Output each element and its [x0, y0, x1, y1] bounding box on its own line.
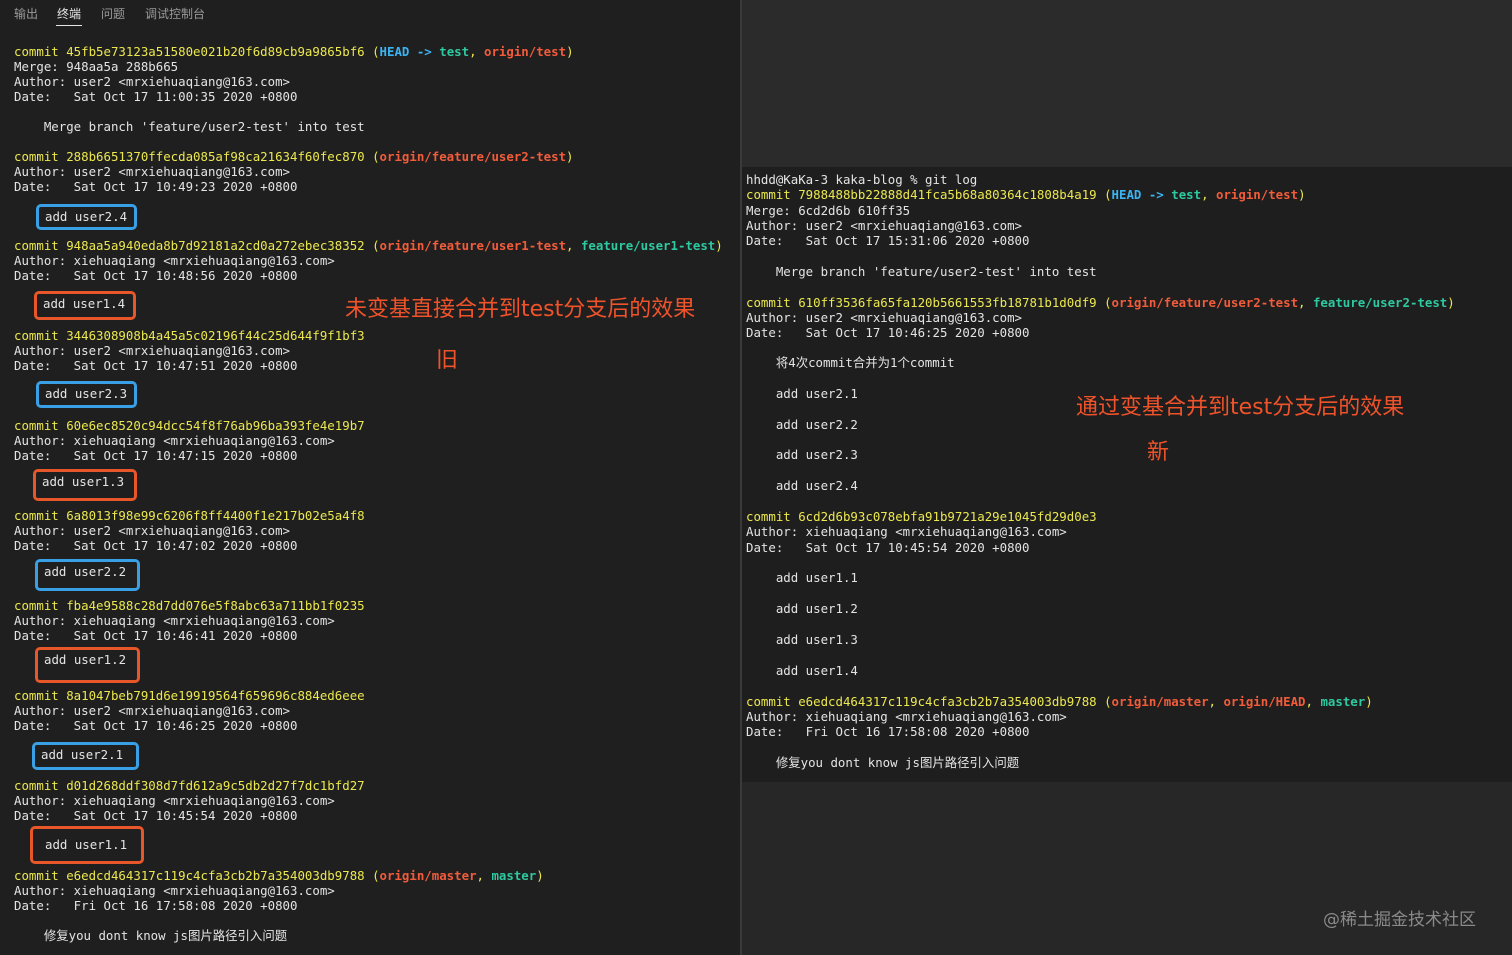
author-line: Author: xiehuaqiang <mrxiehuaqiang@163.c… — [746, 524, 1067, 539]
merge-line: Merge: 6cd2d6b 610ff35 — [746, 203, 911, 218]
annotation-title: 通过变基合并到test分支后的效果 — [1076, 395, 1405, 420]
author-line: Author: user2 <mrxiehuaqiang@163.com> — [14, 343, 291, 358]
commit-line: commit e6edcd464317c119c4cfa3cb2b7a35400… — [746, 694, 1373, 709]
date-line: Date: Sat Oct 17 15:31:06 2020 +0800 — [746, 233, 1030, 248]
commit-line: commit fba4e9588c28d7dd076e5f8abc63a711b… — [14, 598, 365, 613]
highlight-user1-commit: add user1.4 — [34, 291, 136, 320]
author-line: Author: user2 <mrxiehuaqiang@163.com> — [746, 310, 1023, 325]
commit-message: add user2.4 — [746, 478, 858, 493]
date-line: Date: Sat Oct 17 10:46:25 2020 +0800 — [746, 325, 1030, 340]
commit-message: add user2.3 — [746, 447, 858, 462]
highlight-user2-commit: add user2.4 — [36, 204, 137, 230]
author-line: Author: xiehuaqiang <mrxiehuaqiang@163.c… — [14, 433, 335, 448]
date-line: Date: Sat Oct 17 10:46:41 2020 +0800 — [14, 628, 298, 643]
highlight-user2-commit: add user2.3 — [36, 381, 137, 408]
commit-message: 修复you dont know js图片路径引入问题 — [746, 755, 1020, 770]
watermark: @稀土掘金技术社区 — [1323, 910, 1476, 930]
merge-line: Merge: 948aa5a 288b665 — [14, 59, 179, 74]
date-line: Date: Sat Oct 17 10:47:02 2020 +0800 — [14, 538, 298, 553]
author-line: Author: xiehuaqiang <mrxiehuaqiang@163.c… — [14, 253, 335, 268]
commit-message: add user1.4 — [746, 663, 858, 678]
tab-problems[interactable]: 问题 — [101, 5, 125, 22]
commit-message: add user2.1 — [746, 386, 858, 401]
terminal-empty-top — [742, 0, 1512, 167]
commit-message: 修复you dont know js图片路径引入问题 — [14, 928, 288, 943]
date-line: Date: Sat Oct 17 10:46:25 2020 +0800 — [14, 718, 298, 733]
highlight-user1-commit: add user1.2 — [35, 647, 140, 683]
highlight-user2-commit: add user2.1 — [32, 742, 139, 770]
author-line: Author: user2 <mrxiehuaqiang@163.com> — [14, 74, 291, 89]
author-line: Author: user2 <mrxiehuaqiang@163.com> — [746, 218, 1023, 233]
terminal-output — [742, 167, 1512, 782]
annotation-title: 未变基直接合并到test分支后的效果 — [345, 297, 696, 322]
author-line: Author: xiehuaqiang <mrxiehuaqiang@163.c… — [14, 883, 335, 898]
commit-message: 将4次commit合并为1个commit — [746, 355, 955, 370]
commit-line: commit 6a8013f98e99c6206f8ff4400f1e217b0… — [14, 508, 365, 523]
date-line: Date: Sat Oct 17 10:48:56 2020 +0800 — [14, 268, 298, 283]
date-line: Date: Fri Oct 16 17:58:08 2020 +0800 — [14, 898, 298, 913]
commit-message: Merge branch 'feature/user2-test' into t… — [746, 264, 1097, 279]
commit-line: commit 8a1047beb791d6e19919564f659696c88… — [14, 688, 365, 703]
commit-message: add user2.2 — [746, 417, 858, 432]
left-terminal-panel[interactable]: 输出 终端 问题 调试控制台 commit 45fb5e73123a51580e… — [0, 0, 740, 955]
panel-tab-bar: 输出 终端 问题 调试控制台 — [0, 0, 740, 30]
author-line: Author: user2 <mrxiehuaqiang@163.com> — [14, 703, 291, 718]
commit-line: commit 7988488bb22888d41fca5b68a80364c18… — [746, 187, 1306, 202]
author-line: Author: user2 <mrxiehuaqiang@163.com> — [14, 164, 291, 179]
commit-message: add user1.3 — [746, 632, 858, 647]
author-line: Author: user2 <mrxiehuaqiang@163.com> — [14, 523, 291, 538]
active-tab-indicator — [56, 25, 82, 26]
author-line: Author: xiehuaqiang <mrxiehuaqiang@163.c… — [746, 709, 1067, 724]
annotation-label: 新 — [1147, 440, 1170, 465]
commit-message: add user1.2 — [746, 601, 858, 616]
commit-line: commit 610ff3536fa65fa120b5661553fb18781… — [746, 295, 1455, 310]
date-line: Date: Sat Oct 17 10:49:23 2020 +0800 — [14, 179, 298, 194]
author-line: Author: xiehuaqiang <mrxiehuaqiang@163.c… — [14, 793, 335, 808]
commit-line: commit 45fb5e73123a51580e021b20f6d89cb9a… — [14, 44, 574, 59]
annotation-label: 旧 — [436, 348, 459, 373]
right-terminal-panel[interactable]: hhdd@KaKa-3 kaka-blog % git log commit 7… — [742, 0, 1512, 955]
commit-line: commit 6cd2d6b93c078ebfa91b9721a29e1045f… — [746, 509, 1097, 524]
tab-debug-console[interactable]: 调试控制台 — [145, 5, 205, 22]
commit-line: commit e6edcd464317c119c4cfa3cb2b7a35400… — [14, 868, 544, 883]
commit-message: Merge branch 'feature/user2-test' into t… — [14, 119, 365, 134]
commit-line: commit 288b6651370ffecda085af98ca21634f6… — [14, 149, 574, 164]
date-line: Date: Sat Oct 17 11:00:35 2020 +0800 — [14, 89, 298, 104]
highlight-user1-commit: add user1.1 — [30, 826, 144, 864]
date-line: Date: Sat Oct 17 10:45:54 2020 +0800 — [746, 540, 1030, 555]
tab-output[interactable]: 输出 — [14, 5, 38, 22]
commit-line: commit 3446308908b4a45a5c02196f44c25d644… — [14, 328, 365, 343]
date-line: Date: Sat Oct 17 10:47:51 2020 +0800 — [14, 358, 298, 373]
date-line: Date: Sat Oct 17 10:45:54 2020 +0800 — [14, 808, 298, 823]
tab-terminal[interactable]: 终端 — [57, 5, 81, 22]
shell-prompt: hhdd@KaKa-3 kaka-blog % git log — [746, 172, 978, 187]
highlight-user2-commit: add user2.2 — [35, 559, 140, 591]
author-line: Author: xiehuaqiang <mrxiehuaqiang@163.c… — [14, 613, 335, 628]
highlight-user1-commit: add user1.3 — [33, 469, 137, 501]
commit-line: commit 948aa5a940eda8b7d92181a2cd0a272eb… — [14, 238, 723, 253]
date-line: Date: Fri Oct 16 17:58:08 2020 +0800 — [746, 724, 1030, 739]
commit-line: commit 60e6ec8520c94dcc54f8f76ab96ba393f… — [14, 418, 365, 433]
commit-message: add user1.1 — [746, 570, 858, 585]
commit-line: commit d01d268ddf308d7fd612a9c5db2d27f7d… — [14, 778, 365, 793]
date-line: Date: Sat Oct 17 10:47:15 2020 +0800 — [14, 448, 298, 463]
